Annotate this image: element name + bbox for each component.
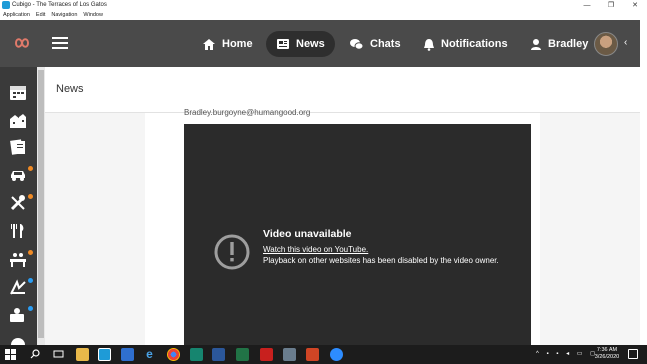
photos-icon[interactable] xyxy=(283,348,296,361)
page-header: News xyxy=(45,67,640,113)
acrobat-icon[interactable] xyxy=(260,348,273,361)
sidebar-item-dining[interactable] xyxy=(0,218,37,244)
task-view-icon[interactable] xyxy=(53,349,64,359)
menu-bar: Application Edit Navigation Window xyxy=(0,11,647,20)
calendar-icon xyxy=(10,86,26,100)
sidebar-item-buildings[interactable] xyxy=(0,107,37,133)
car-icon xyxy=(11,171,25,181)
notification-badge xyxy=(28,250,33,255)
edge-icon[interactable]: e xyxy=(143,348,156,361)
chat-icon xyxy=(350,38,364,50)
notification-badge xyxy=(28,306,33,311)
zoom-icon[interactable] xyxy=(330,348,343,361)
warning-icon xyxy=(214,234,250,270)
search-icon[interactable] xyxy=(30,349,40,359)
window-controls: — ❐ ✕ xyxy=(575,0,647,11)
news-icon xyxy=(277,39,289,49)
user-icon xyxy=(531,38,541,50)
cubigo-logo-icon[interactable] xyxy=(10,36,34,50)
window-title-bar: Cubigo - The Terraces of Los Gatos — ❐ ✕ xyxy=(0,0,647,11)
tools-icon xyxy=(10,195,25,211)
home-icon xyxy=(203,38,215,50)
menu-application[interactable]: Application xyxy=(3,11,30,20)
menu-edit[interactable]: Edit xyxy=(36,11,45,20)
powerpoint-icon[interactable] xyxy=(306,348,319,361)
nav-chats-label: Chats xyxy=(370,38,401,50)
scrollbar-thumb[interactable] xyxy=(38,70,44,338)
scrollbar[interactable] xyxy=(37,67,45,345)
cubigo-taskbar-icon[interactable] xyxy=(98,348,111,361)
window-title: Cubigo - The Terraces of Los Gatos xyxy=(12,2,107,8)
chevron-left-icon[interactable]: ‹ xyxy=(624,37,627,48)
fitness-icon xyxy=(10,279,26,295)
sidebar-item-calendar[interactable] xyxy=(0,79,37,105)
chrome-icon[interactable] xyxy=(167,348,180,361)
sidebar-item-activities[interactable] xyxy=(0,246,37,272)
excel-icon[interactable] xyxy=(236,348,249,361)
sidebar-item-maintenance[interactable] xyxy=(0,190,37,216)
clock-time: 7:36 AM xyxy=(596,347,618,353)
sidebar-item-fitness[interactable] xyxy=(0,274,37,300)
windows-taskbar: e ^ ▪ ▪ ◂ ▭ ◻ 7:36 AM 3/26/2020 xyxy=(0,345,647,364)
page-title: News xyxy=(56,83,84,95)
taskbar-clock[interactable]: 7:36 AM 3/26/2020 xyxy=(592,347,622,361)
embedded-video[interactable]: Video unavailable Watch this video on Yo… xyxy=(184,124,531,345)
nav-chats[interactable]: Chats xyxy=(339,31,411,57)
file-explorer-icon[interactable] xyxy=(76,348,89,361)
sidebar-item-contacts[interactable] xyxy=(0,302,37,328)
hamburger-menu-button[interactable] xyxy=(52,37,68,49)
app-logo-icon xyxy=(2,1,10,9)
publisher-icon[interactable] xyxy=(190,348,203,361)
menu-navigation[interactable]: Navigation xyxy=(51,11,77,20)
outlook-icon[interactable] xyxy=(121,348,134,361)
sidebar-item-transport[interactable] xyxy=(0,162,37,188)
buildings-icon xyxy=(10,114,26,128)
nav-profile[interactable]: Bradley xyxy=(520,31,598,57)
activity-icon xyxy=(10,253,26,267)
notification-badge xyxy=(28,166,33,171)
windows-start-icon[interactable] xyxy=(5,349,16,360)
contacts-icon xyxy=(10,308,24,322)
window-edge xyxy=(640,20,647,345)
minimize-icon[interactable]: — xyxy=(575,0,599,11)
sidebar xyxy=(0,67,37,351)
word-icon[interactable] xyxy=(212,348,225,361)
system-tray[interactable]: ^ ▪ ▪ ◂ ▭ ◻ xyxy=(536,350,598,357)
video-unavailable-title: Video unavailable xyxy=(263,228,352,240)
sidebar-item-documents[interactable] xyxy=(0,134,37,160)
notification-badge xyxy=(28,278,33,283)
action-center-icon[interactable] xyxy=(628,349,638,359)
notification-badge xyxy=(28,194,33,199)
nav-notifications[interactable]: Notifications xyxy=(413,31,518,57)
dining-icon xyxy=(11,224,24,238)
nav-news-label: News xyxy=(296,38,325,50)
nav-news[interactable]: News xyxy=(266,31,335,57)
watch-on-youtube-link[interactable]: Watch this video on YouTube. xyxy=(263,245,368,254)
nav-home-label: Home xyxy=(222,38,253,50)
author-email[interactable]: Bradley.burgoyne@humangood.org xyxy=(184,109,310,117)
menu-window[interactable]: Window xyxy=(83,11,103,20)
clock-date: 3/26/2020 xyxy=(594,354,620,360)
nav-notifications-label: Notifications xyxy=(441,38,508,50)
restore-icon[interactable]: ❐ xyxy=(599,0,623,11)
avatar[interactable] xyxy=(594,32,618,56)
nav-profile-label: Bradley xyxy=(548,38,589,50)
close-icon[interactable]: ✕ xyxy=(623,0,647,11)
document-icon xyxy=(10,139,25,155)
nav-home[interactable]: Home xyxy=(192,31,263,57)
bell-icon xyxy=(424,38,434,51)
app-header: Home News Chats Notifications Bradley ‹ xyxy=(0,20,640,67)
video-disabled-message: Playback on other websites has been disa… xyxy=(263,256,499,265)
